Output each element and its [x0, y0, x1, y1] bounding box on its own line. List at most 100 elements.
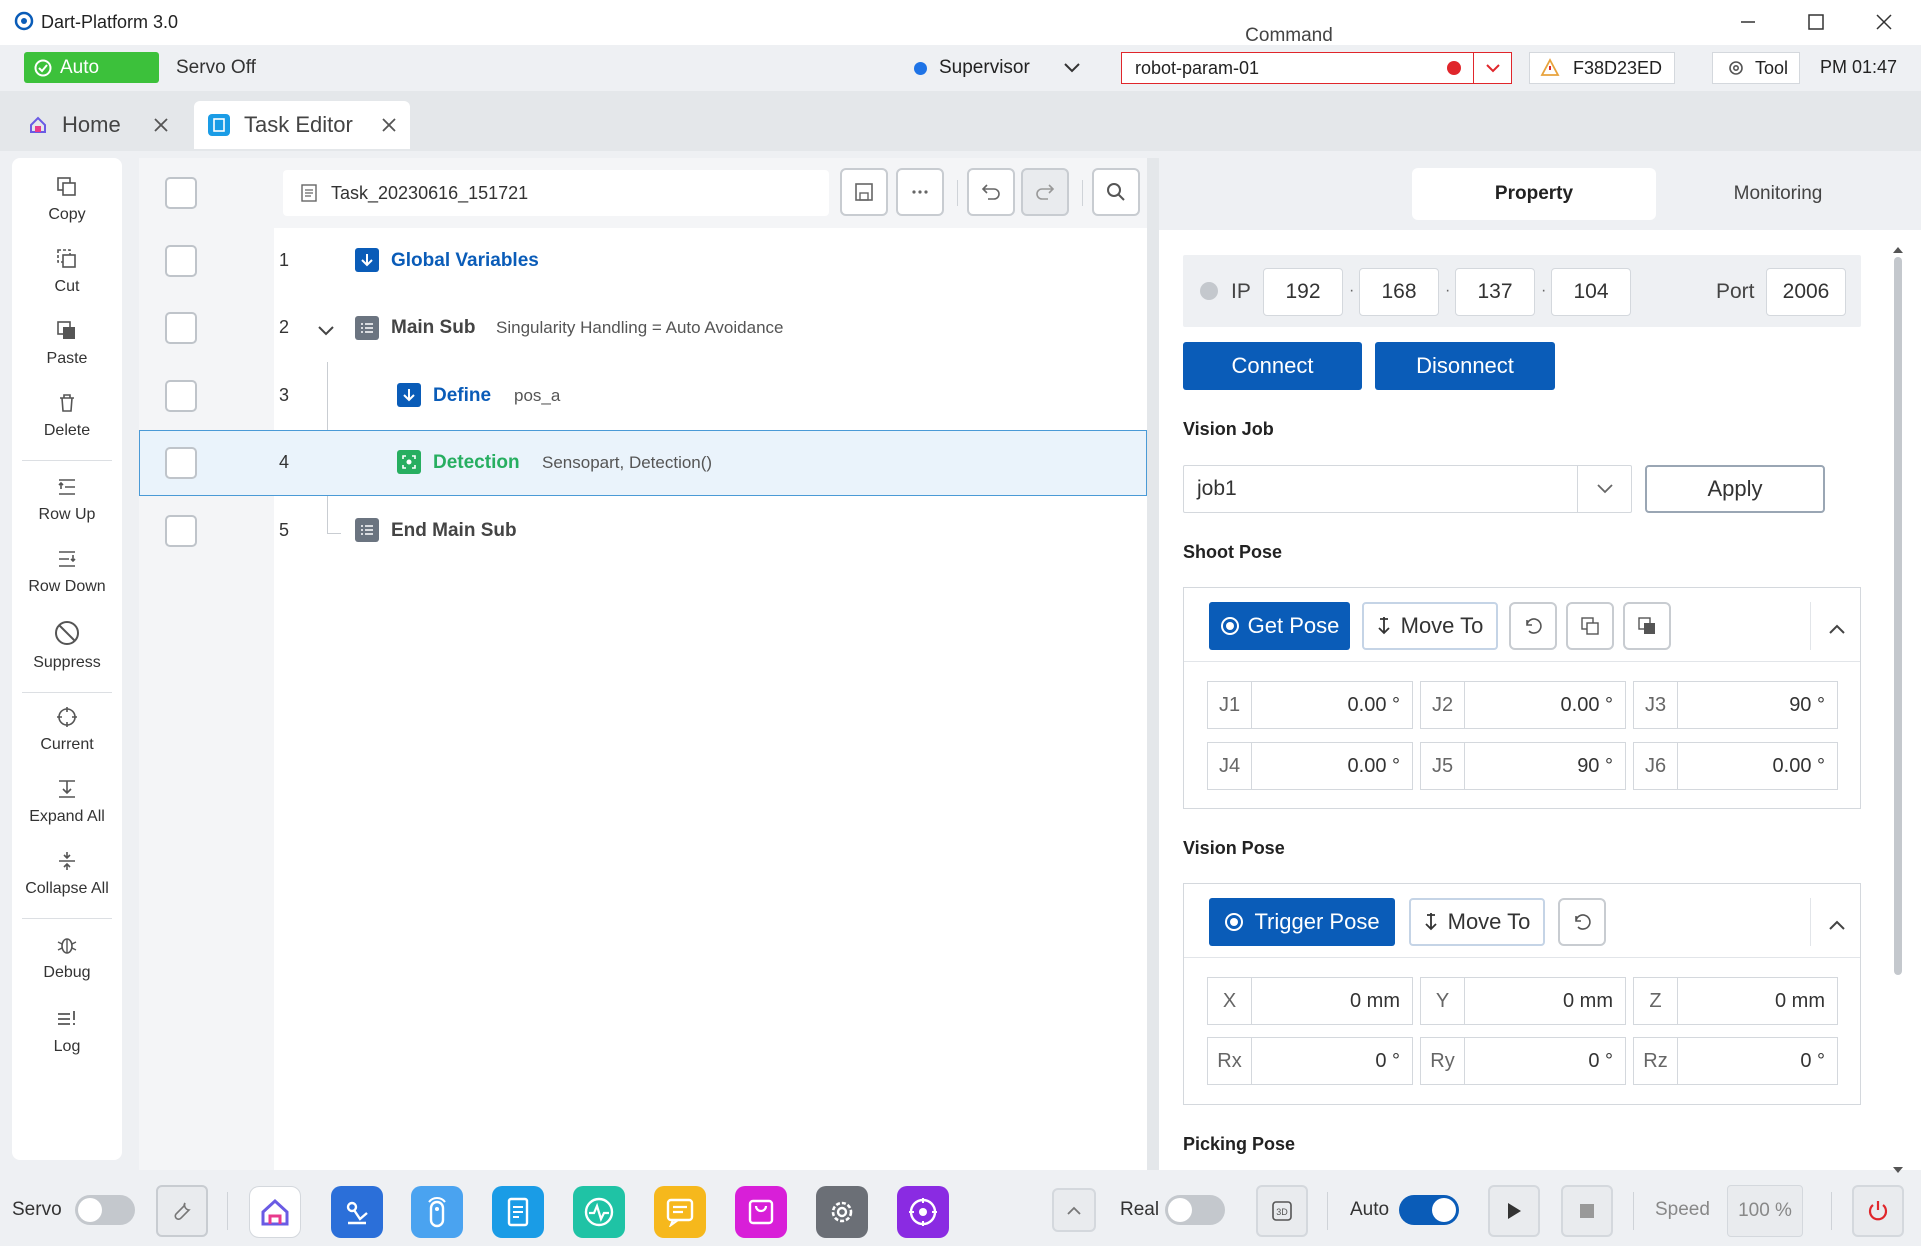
notes-app-icon[interactable]	[654, 1186, 706, 1238]
close-icon[interactable]	[382, 118, 396, 132]
undo-button[interactable]	[967, 168, 1015, 216]
coord-field-y[interactable]: Y 0 mm	[1420, 977, 1626, 1025]
close-icon[interactable]	[154, 118, 168, 132]
ip-octet-4[interactable]: 104	[1551, 268, 1631, 316]
ip-octet-1[interactable]: 192	[1263, 268, 1343, 316]
wrench-button[interactable]	[156, 1185, 208, 1237]
joint-field-j6[interactable]: J6 0.00 °	[1633, 742, 1838, 790]
row-checkbox[interactable]	[165, 245, 197, 277]
tool-button[interactable]: Tool	[1712, 52, 1800, 84]
3d-view-button[interactable]: 3D	[1256, 1185, 1308, 1237]
port-field[interactable]: 2006	[1766, 268, 1846, 316]
tab-task-editor[interactable]: Task Editor	[194, 101, 410, 149]
mode-badge[interactable]: Auto	[24, 52, 159, 83]
suppress-button[interactable]: Suppress	[12, 620, 122, 672]
row-checkbox[interactable]	[165, 447, 197, 479]
tab-property[interactable]: Property	[1412, 168, 1656, 220]
joint-field-j4[interactable]: J4 0.00 °	[1207, 742, 1413, 790]
connect-button[interactable]: Connect	[1183, 342, 1362, 390]
panel-splitter[interactable]	[1147, 158, 1159, 1170]
coord-field-z[interactable]: Z 0 mm	[1633, 977, 1838, 1025]
reset-pose-button[interactable]	[1558, 898, 1606, 946]
coord-field-rz[interactable]: Rz 0 °	[1633, 1037, 1838, 1085]
collapse-all-button[interactable]: Collapse All	[12, 850, 122, 898]
apply-button[interactable]: Apply	[1645, 465, 1825, 513]
log-button[interactable]: Log	[12, 1008, 122, 1056]
get-pose-button[interactable]: Get Pose	[1209, 602, 1350, 650]
role-selector[interactable]: Supervisor	[914, 53, 1080, 83]
tab-monitoring[interactable]: Monitoring	[1656, 168, 1900, 220]
power-button[interactable]	[1852, 1185, 1904, 1237]
joint-field-j3[interactable]: J3 90 °	[1633, 681, 1838, 729]
ip-octet-2[interactable]: 168	[1359, 268, 1439, 316]
expand-panel-button[interactable]	[1052, 1188, 1096, 1232]
task-row[interactable]	[139, 502, 1147, 556]
expand-all-button[interactable]: Expand All	[12, 778, 122, 826]
chevron-down-icon[interactable]	[318, 320, 334, 342]
record-dot-icon	[1447, 61, 1461, 75]
tab-home[interactable]: Home	[14, 101, 182, 149]
joint-field-j2[interactable]: J2 0.00 °	[1420, 681, 1626, 729]
panel-scrollbar[interactable]	[1891, 235, 1905, 1173]
play-button[interactable]	[1488, 1185, 1540, 1237]
collapse-section-icon[interactable]	[1829, 618, 1845, 640]
move-to-button[interactable]: Move To	[1362, 602, 1498, 650]
more-button[interactable]	[896, 168, 944, 216]
auto-toggle[interactable]	[1399, 1195, 1459, 1225]
stop-button[interactable]	[1561, 1185, 1613, 1237]
ip-octet-3[interactable]: 137	[1455, 268, 1535, 316]
trigger-pose-button[interactable]: Trigger Pose	[1209, 898, 1395, 946]
joint-field-j1[interactable]: J1 0.00 °	[1207, 681, 1413, 729]
coord-field-x[interactable]: X 0 mm	[1207, 977, 1413, 1025]
row-checkbox[interactable]	[165, 312, 197, 344]
redo-button[interactable]	[1021, 168, 1069, 216]
move-to-button[interactable]: Move To	[1409, 898, 1545, 946]
save-button[interactable]	[840, 168, 888, 216]
copy-pose-button[interactable]	[1566, 602, 1614, 650]
robot-app-icon[interactable]	[331, 1186, 383, 1238]
minimize-icon[interactable]	[1738, 12, 1758, 32]
remote-app-icon[interactable]	[411, 1186, 463, 1238]
real-toggle[interactable]	[1165, 1195, 1225, 1225]
row-down-button[interactable]: Row Down	[12, 548, 122, 596]
settings-app-icon[interactable]	[816, 1186, 868, 1238]
store-app-icon[interactable]	[735, 1186, 787, 1238]
monitoring-app-icon[interactable]	[573, 1186, 625, 1238]
copy-button[interactable]: Copy	[12, 176, 122, 224]
debug-button[interactable]: Debug	[12, 934, 122, 982]
cut-button[interactable]: Cut	[12, 248, 122, 296]
param-dropdown-icon[interactable]	[1473, 53, 1511, 83]
collapse-section-icon[interactable]	[1829, 914, 1845, 936]
close-window-icon[interactable]	[1874, 12, 1894, 32]
device-badge[interactable]: F38D23ED	[1529, 52, 1675, 84]
paste-pose-button[interactable]	[1623, 602, 1671, 650]
task-name-field[interactable]: Task_20230616_151721	[283, 170, 829, 216]
task-row[interactable]	[139, 367, 1147, 421]
tab-command[interactable]: Command	[1168, 10, 1410, 62]
disconnect-button[interactable]: Disonnect	[1375, 342, 1555, 390]
paste-button[interactable]: Paste	[12, 320, 122, 368]
target-app-icon[interactable]	[897, 1186, 949, 1238]
scroll-up-icon[interactable]	[1893, 237, 1903, 259]
row-checkbox[interactable]	[165, 515, 197, 547]
joint-field-j5[interactable]: J5 90 °	[1420, 742, 1626, 790]
row-up-button[interactable]: Row Up	[12, 476, 122, 524]
scrollbar-thumb[interactable]	[1894, 257, 1902, 975]
home-app-icon[interactable]	[249, 1186, 301, 1238]
current-button[interactable]: Current	[12, 706, 122, 754]
servo-toggle[interactable]	[75, 1195, 135, 1225]
task-row[interactable]	[139, 233, 1147, 287]
trash-icon	[60, 394, 74, 412]
delete-button[interactable]: Delete	[12, 392, 122, 440]
task-editor-app-icon[interactable]	[492, 1186, 544, 1238]
search-button[interactable]	[1092, 168, 1140, 216]
vision-job-select[interactable]: job1	[1183, 465, 1632, 513]
coord-field-rx[interactable]: Rx 0 °	[1207, 1037, 1413, 1085]
maximize-icon[interactable]	[1806, 12, 1826, 32]
reset-pose-button[interactable]	[1509, 602, 1557, 650]
speed-field[interactable]: 100 %	[1727, 1185, 1803, 1237]
copy-icon	[57, 177, 76, 196]
row-checkbox[interactable]	[165, 380, 197, 412]
coord-field-ry[interactable]: Ry 0 °	[1420, 1037, 1626, 1085]
select-all-checkbox[interactable]	[165, 177, 197, 209]
